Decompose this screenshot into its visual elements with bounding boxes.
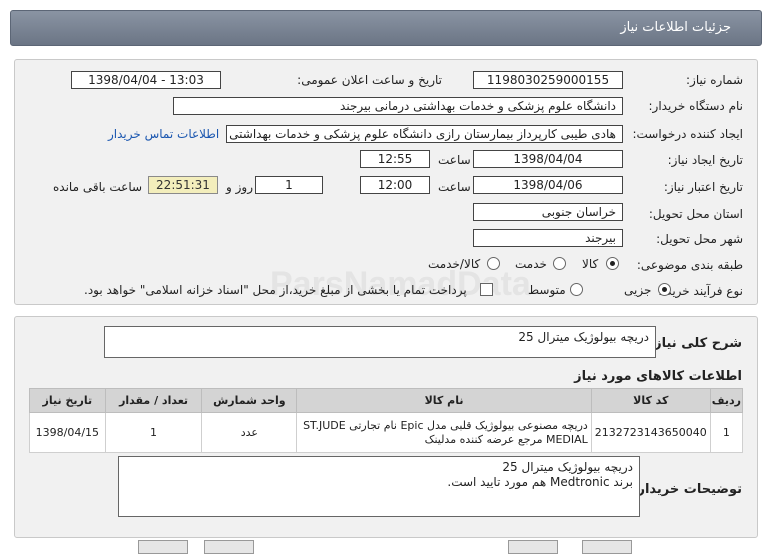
goods-section-title: اطلاعات کالاهای مورد نیاز <box>574 369 742 384</box>
process-option-medium: متوسط <box>528 283 566 297</box>
category-option-service: خدمت <box>515 257 547 271</box>
cell-unit: عدد <box>201 412 298 453</box>
col-header-unit: واحد شمارش <box>201 388 298 413</box>
category-radio-service[interactable] <box>553 257 566 270</box>
bottom-button-2[interactable] <box>204 540 254 554</box>
remaining-time-label: ساعت باقی مانده <box>53 180 143 194</box>
cell-date: 1398/04/15 <box>29 412 106 453</box>
bottom-button-1[interactable] <box>138 540 188 554</box>
created-date-label: تاریخ ایجاد نیاز: <box>667 153 743 167</box>
city-field: بیرجند <box>473 229 623 247</box>
requester-field: هادی طیبی کارپرداز بیمارستان رازی دانشگا… <box>226 125 623 143</box>
buyer-notes-line-1: دریچه بیولوژیک میترال 25 <box>502 460 633 474</box>
remaining-time-field: 22:51:31 <box>148 176 218 194</box>
buyer-org-field: دانشگاه علوم پزشکی و خدمات بهداشتی درمان… <box>173 97 623 115</box>
col-header-qty: تعداد / مقدار <box>104 388 203 413</box>
treasury-payment-checkbox[interactable] <box>480 283 493 296</box>
process-label: نوع فرآیند خرید : <box>658 284 743 298</box>
goods-table: ردیف کد کالا نام کالا واحد شمارش تعداد /… <box>29 388 744 453</box>
province-field: خراسان جنوبی <box>473 203 623 221</box>
requester-label: ایجاد کننده درخواست: <box>632 127 743 141</box>
remaining-days-field: 1 <box>255 176 323 194</box>
created-time-label: ساعت <box>438 153 471 167</box>
city-label: شهر محل تحویل: <box>656 232 743 246</box>
validity-time-label: ساعت <box>438 180 471 194</box>
process-radio-medium[interactable] <box>570 283 583 296</box>
need-number-label: شماره نیاز: <box>686 73 743 87</box>
summary-text: دریچه بیولوژیک میترال 25 <box>518 330 649 344</box>
created-date-field: 1398/04/04 <box>473 150 623 168</box>
cell-qty: 1 <box>104 412 203 453</box>
treasury-payment-note: پرداخت تمام یا بخشی از مبلغ خرید،از محل … <box>84 283 467 297</box>
category-label: طبقه بندی موضوعی: <box>636 258 743 272</box>
category-option-goods-service: کالا/خدمت <box>428 257 481 271</box>
goods-table-header: ردیف کد کالا نام کالا واحد شمارش تعداد /… <box>29 388 744 413</box>
summary-field: دریچه بیولوژیک میترال 25 <box>104 326 656 358</box>
buyer-notes-field: دریچه بیولوژیک میترال 25 برند Medtronic … <box>118 456 640 517</box>
buyer-notes-label: توضیحات خریدار: <box>632 482 742 497</box>
col-header-index: ردیف <box>709 388 744 413</box>
summary-label: شرح کلی نیاز: <box>648 336 742 351</box>
created-time-field: 12:55 <box>360 150 430 168</box>
table-row: 1 2132723143650040 دریچه مصنوعی بیولوژیک… <box>29 412 744 453</box>
col-header-code: کد کالا <box>590 388 711 413</box>
province-label: استان محل تحویل: <box>648 207 743 221</box>
cell-code: 2132723143650040 <box>590 412 711 453</box>
remaining-days-label: روز و <box>226 180 253 194</box>
category-option-goods: کالا <box>582 257 599 271</box>
col-header-date: تاریخ نیاز <box>29 388 106 413</box>
bottom-button-3[interactable] <box>508 540 558 554</box>
buyer-org-label: نام دستگاه خریدار: <box>648 99 744 113</box>
window-title-bar: جزئیات اطلاعات نیاز <box>10 10 762 46</box>
announce-date-field: 1398/04/04 - 13:03 <box>71 71 221 89</box>
validity-time-field: 12:00 <box>360 176 430 194</box>
process-option-minor: جزیی <box>624 283 652 297</box>
announce-date-label: تاریخ و ساعت اعلان عمومی: <box>297 73 442 87</box>
cell-name: دریچه مصنوعی بیولوژیک قلبی مدل Epic نام … <box>296 412 592 453</box>
validity-date-field: 1398/04/06 <box>473 176 623 194</box>
validity-date-label: تاریخ اعتبار نیاز: <box>663 180 743 194</box>
need-number-field: 1198030259000155 <box>473 71 623 89</box>
buyer-contact-link[interactable]: اطلاعات تماس خریدار <box>108 127 219 141</box>
page-title: جزئیات اطلاعات نیاز <box>620 20 731 35</box>
category-radio-goods-service[interactable] <box>487 257 500 270</box>
col-header-name: نام کالا <box>296 388 592 413</box>
bottom-button-4[interactable] <box>582 540 632 554</box>
category-radio-goods[interactable] <box>606 257 619 270</box>
buyer-notes-line-2: برند Medtronic هم مورد تایید است. <box>447 475 633 489</box>
process-radio-minor[interactable] <box>658 283 671 296</box>
cell-index: 1 <box>709 412 744 453</box>
